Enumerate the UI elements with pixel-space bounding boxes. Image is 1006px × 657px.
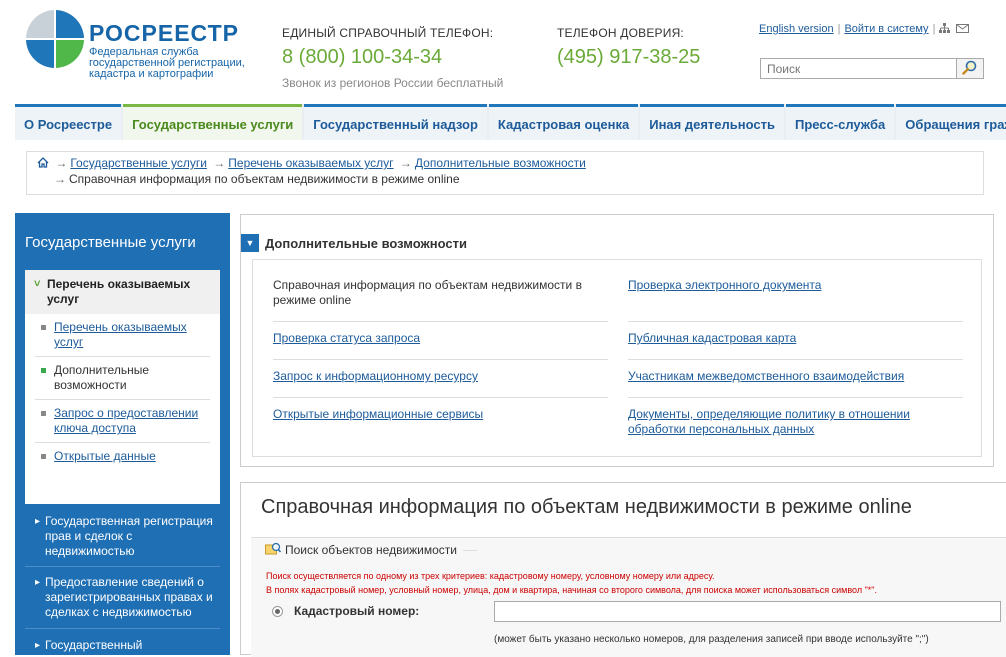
mail-icon[interactable] — [956, 24, 970, 33]
bullet-icon — [41, 368, 46, 373]
bullet-icon — [41, 411, 46, 416]
extras-item-current: Справочная информация по объектам недвиж… — [273, 278, 582, 307]
sidebar-sub-item-label[interactable]: Перечень оказываемых услуг — [54, 320, 187, 349]
extras-panel: ▼ Дополнительные возможности Справочная … — [240, 214, 994, 467]
search-form-panel: Справочная информация по объектам недвиж… — [240, 482, 1006, 657]
search-form-legend-text: Поиск объектов недвижимости — [285, 543, 458, 557]
chevron-right-icon: ▸ — [35, 577, 41, 588]
sidebar-link-label: Предоставление сведений о зарегистрирова… — [45, 575, 213, 619]
login-link[interactable]: Войти в систему — [844, 23, 928, 35]
nav-cadastral-valuation[interactable]: Кадастровая оценка — [488, 104, 639, 140]
page-title: Справочная информация по объектам недвиж… — [261, 496, 912, 518]
search-form-box: Поиск объектов недвижимости Поиск осущес… — [251, 537, 1006, 657]
divider — [628, 397, 963, 398]
nav-press[interactable]: Пресс-служба — [785, 104, 895, 140]
sidebar: Государственные услуги ˅ Перечень оказыв… — [15, 213, 230, 655]
extras-link[interactable]: Документы, определяющие политику в отнош… — [628, 407, 910, 436]
extras-link[interactable]: Проверка статуса запроса — [273, 331, 420, 345]
sidebar-submenu: ˅ Перечень оказываемых услуг Перечень ок… — [25, 270, 220, 504]
sidebar-link-info[interactable]: ▸ Предоставление сведений о зарегистриров… — [35, 575, 223, 620]
cadastral-number-input[interactable] — [494, 601, 1001, 622]
triangle-down-icon: ▼ — [245, 238, 255, 248]
sidebar-sub-item-label[interactable]: Запрос о предоставлении ключа доступа — [54, 406, 198, 435]
breadcrumb-item[interactable]: Перечень оказываемых услуг — [228, 156, 393, 170]
bullet-icon — [41, 325, 46, 330]
extras-link[interactable]: Участникам межведомственного взаимодейст… — [628, 369, 904, 383]
sidebar-title[interactable]: Государственные услуги — [25, 234, 196, 251]
phone1-note: Звонок из регионов России бесплатный — [282, 76, 504, 90]
divider — [273, 359, 608, 360]
breadcrumb: → Государственные услуги → Перечень оказыв… — [26, 151, 984, 195]
sidebar-link-state[interactable]: ▸ Государственный — [35, 638, 223, 653]
search-button[interactable] — [956, 59, 983, 78]
phone2-number: (495) 917-38-25 — [557, 46, 701, 68]
bullet-icon — [41, 454, 46, 459]
home-icon[interactable] — [37, 157, 49, 168]
sidebar-sub-item[interactable]: Запрос о предоставлении ключа доступа — [35, 400, 210, 443]
divider — [273, 321, 608, 322]
search-warning: Поиск осуществляется по одному из трех к… — [266, 571, 715, 581]
cadastral-hint: (может быть указано несколько номеров, д… — [494, 634, 929, 645]
phone2-label: ТЕЛЕФОН ДОВЕРИЯ: — [557, 26, 684, 40]
top-links: English version | Войти в систему | — [759, 23, 970, 35]
sidebar-sub-item-label[interactable]: Открытые данные — [54, 449, 156, 463]
sidebar-sub-item-label: Дополнительные возможности — [54, 363, 149, 392]
phone1-number: 8 (800) 100-34-34 — [282, 46, 443, 68]
sidebar-sub-item[interactable]: Открытые данные — [35, 443, 210, 470]
divider — [25, 566, 220, 567]
rosreestr-logo-icon[interactable] — [24, 8, 86, 70]
nav-about[interactable]: О Росреестре — [15, 104, 122, 140]
extras-grid: Справочная информация по объектам недвиж… — [252, 259, 982, 457]
sidebar-link-label: Государственная регистрация прав и сдело… — [45, 514, 213, 558]
breadcrumb-item[interactable]: Дополнительные возможности — [415, 156, 586, 170]
nav-gov-services[interactable]: Государственные услуги — [123, 104, 303, 140]
cadastral-radio[interactable] — [272, 606, 283, 617]
chevron-right-icon: ▸ — [35, 640, 41, 651]
sidebar-sub-item-current: Дополнительные возможности — [35, 357, 210, 400]
cadastral-label: Кадастровый номер: — [294, 604, 420, 618]
magnifier-folder-icon — [265, 542, 281, 555]
search-icon — [962, 60, 977, 75]
sidebar-link-label: Государственный — [45, 638, 143, 652]
sidebar-active-section[interactable]: ˅ Перечень оказываемых услуг — [25, 270, 220, 314]
chevron-down-icon: ˅ — [34, 278, 41, 290]
extras-link[interactable]: Запрос к информационному ресурсу — [273, 369, 478, 383]
search-form-legend: Поиск объектов недвижимости — [265, 542, 464, 557]
extras-link[interactable]: Открытые информационные сервисы — [273, 407, 483, 421]
site-search — [760, 58, 984, 79]
phone1-label: ЕДИНЫЙ СПРАВОЧНЫЙ ТЕЛЕФОН: — [282, 26, 494, 40]
english-version-link[interactable]: English version — [759, 23, 834, 35]
sidebar-link-registration[interactable]: ▸ Государственная регистрация прав и сдел… — [35, 514, 223, 559]
main-nav: О Росреестре Государственные услуги Госу… — [15, 104, 1006, 140]
nav-supervision[interactable]: Государственный надзор — [304, 104, 487, 140]
logo-subtitle: Федеральная служба государственной регис… — [89, 46, 245, 80]
divider — [628, 321, 963, 322]
sidebar-active-section-label: Перечень оказываемых услуг — [47, 277, 191, 306]
sitemap-icon[interactable] — [939, 23, 951, 33]
breadcrumb-current: Справочная информация по объектам недвиж… — [69, 172, 460, 186]
sidebar-sub-item[interactable]: Перечень оказываемых услуг — [35, 314, 210, 357]
divider — [273, 397, 608, 398]
search-warning: В полях кадастровый номер, условный номе… — [266, 585, 877, 595]
search-input[interactable] — [761, 59, 951, 78]
extras-title: Дополнительные возможности — [265, 236, 467, 251]
divider — [25, 628, 220, 629]
logo-title[interactable]: РОСРЕЕСТР — [89, 20, 239, 47]
chevron-right-icon: ▸ — [35, 516, 41, 527]
breadcrumb-item[interactable]: Государственные услуги — [70, 156, 207, 170]
nav-appeals[interactable]: Обращения граждан — [896, 104, 1006, 140]
divider — [628, 359, 963, 360]
extras-link[interactable]: Публичная кадастровая карта — [628, 331, 796, 345]
extras-link[interactable]: Проверка электронного документа — [628, 278, 821, 292]
collapse-toggle[interactable]: ▼ — [241, 234, 259, 252]
nav-other-activity[interactable]: Иная деятельность — [640, 104, 784, 140]
